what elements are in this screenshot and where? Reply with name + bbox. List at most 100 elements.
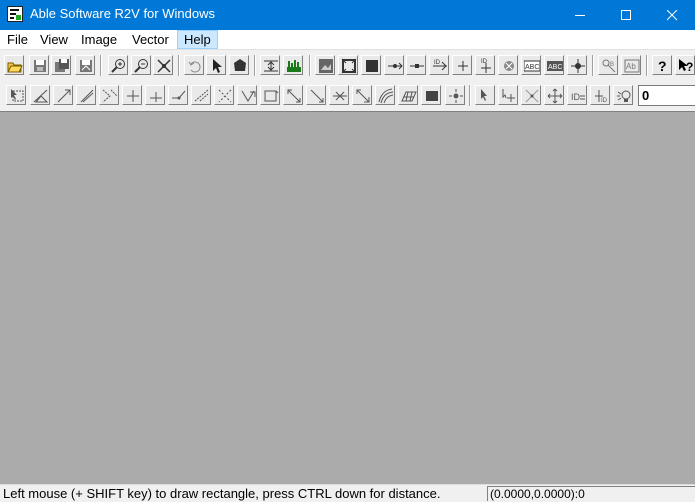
line-diagonal-icon xyxy=(287,89,301,103)
select-tool-button[interactable] xyxy=(6,85,26,105)
node-plus-button[interactable] xyxy=(498,85,518,105)
bulb-button[interactable] xyxy=(613,85,633,105)
image-edit-button[interactable] xyxy=(315,55,335,75)
image-crop-button[interactable] xyxy=(338,55,358,75)
trace-button[interactable] xyxy=(214,85,234,105)
open-button[interactable] xyxy=(4,55,24,75)
text-label-icon: ABC xyxy=(524,60,540,72)
svg-text:ABC: ABC xyxy=(548,64,562,71)
context-help-button[interactable]: ? xyxy=(675,55,695,75)
image-frame-button[interactable] xyxy=(361,55,381,75)
menu-image[interactable]: Image xyxy=(75,30,123,49)
zoom-extent-icon xyxy=(157,59,171,73)
fit-width-button[interactable] xyxy=(260,55,280,75)
point-move-button[interactable]: ID xyxy=(429,55,449,75)
workspace-canvas[interactable] xyxy=(0,111,695,484)
id-point-button[interactable]: ID xyxy=(590,85,610,105)
node-link-button[interactable] xyxy=(406,55,426,75)
bulb-icon xyxy=(617,90,631,102)
text-abc-button[interactable]: ABC xyxy=(544,55,564,75)
node-add-button[interactable] xyxy=(384,55,404,75)
id-tag-button[interactable]: ID xyxy=(567,85,587,105)
arrow-line-button[interactable] xyxy=(53,85,73,105)
move-node-button[interactable] xyxy=(544,85,564,105)
save-all-button[interactable] xyxy=(51,55,71,75)
menu-help[interactable]: Help xyxy=(177,30,218,49)
join-line-icon xyxy=(172,90,186,100)
point-light-button[interactable] xyxy=(445,85,465,105)
zoom-out-button[interactable] xyxy=(131,55,151,75)
pointer-add-button[interactable] xyxy=(475,85,495,105)
zoom-in-button[interactable] xyxy=(108,55,128,75)
contour-button[interactable] xyxy=(352,85,372,105)
node-link-icon xyxy=(410,64,424,68)
contour-bundle-button[interactable] xyxy=(375,85,395,105)
id-tag-icon: ID xyxy=(571,92,585,102)
maximize-icon xyxy=(621,10,631,20)
node-plus-icon xyxy=(502,89,515,102)
main-toolbar: ID ID ABC ABC B Ab ? ? xyxy=(0,52,695,80)
select-arrow-button[interactable] xyxy=(206,55,226,75)
line-reverse-button[interactable] xyxy=(306,85,326,105)
polygon-fill-button[interactable] xyxy=(229,55,249,75)
fill-block-button[interactable] xyxy=(421,85,441,105)
undo-button[interactable] xyxy=(184,55,204,75)
trace-icon xyxy=(218,89,232,103)
line-diagonal-button[interactable] xyxy=(283,85,303,105)
image-edit-icon xyxy=(319,59,333,73)
minimize-icon xyxy=(575,15,585,16)
title-bar[interactable]: Able Software R2V for Windows xyxy=(0,0,695,30)
vector-toolbar: ID ID xyxy=(0,82,695,110)
node-remove-icon xyxy=(525,89,539,103)
rectangle-button[interactable] xyxy=(260,85,280,105)
line-cross-button[interactable] xyxy=(329,85,349,105)
save-button[interactable] xyxy=(29,55,49,75)
segment-button[interactable] xyxy=(99,85,119,105)
contour-icon xyxy=(356,89,370,103)
point-delete-button[interactable] xyxy=(498,55,518,75)
ocr-icon: Ab xyxy=(624,59,640,73)
polygon-fill-icon xyxy=(234,59,246,71)
zoom-in-icon xyxy=(111,59,125,73)
svg-text:ID: ID xyxy=(571,92,581,102)
help-button[interactable]: ? xyxy=(652,55,672,75)
split-line-button[interactable] xyxy=(191,85,211,105)
line-draw-button[interactable] xyxy=(30,85,50,105)
close-polygon-button[interactable] xyxy=(237,85,257,105)
point-delete-icon xyxy=(504,61,514,71)
node-down-icon xyxy=(150,92,162,102)
close-icon xyxy=(667,10,678,21)
r2v-app-icon[interactable] xyxy=(7,6,23,22)
toolbar-separator xyxy=(100,55,102,76)
node-remove-button[interactable] xyxy=(521,85,541,105)
layer-button[interactable]: B xyxy=(598,55,618,75)
save-vector-button[interactable] xyxy=(75,55,95,75)
menu-vector[interactable]: Vector xyxy=(126,30,175,49)
value-input[interactable] xyxy=(638,85,695,106)
histogram-icon xyxy=(287,60,301,72)
freehand-button[interactable] xyxy=(76,85,96,105)
arrow-line-icon xyxy=(57,89,71,103)
point-button[interactable] xyxy=(452,55,472,75)
select-arrow-icon xyxy=(213,59,222,73)
grid-icon xyxy=(401,91,417,102)
context-help-icon: ? xyxy=(679,59,693,74)
zoom-extent-button[interactable] xyxy=(153,55,173,75)
text-abc-icon: ABC xyxy=(547,61,563,71)
toolbar-separator xyxy=(178,55,180,76)
line-reverse-icon xyxy=(310,89,324,103)
menu-view[interactable]: View xyxy=(34,30,74,49)
crosshair-button[interactable] xyxy=(567,55,587,75)
point-label-button[interactable]: ID xyxy=(475,55,495,75)
maximize-button[interactable] xyxy=(603,0,649,30)
grid-button[interactable] xyxy=(398,85,418,105)
node-up-button[interactable] xyxy=(122,85,142,105)
histogram-button[interactable] xyxy=(283,55,303,75)
text-label-button[interactable]: ABC xyxy=(521,55,541,75)
node-down-button[interactable] xyxy=(145,85,165,105)
close-button[interactable] xyxy=(649,0,695,30)
ocr-button[interactable]: Ab xyxy=(621,55,641,75)
menu-file[interactable]: File xyxy=(1,30,34,49)
join-line-button[interactable] xyxy=(168,85,188,105)
minimize-button[interactable] xyxy=(557,0,603,30)
